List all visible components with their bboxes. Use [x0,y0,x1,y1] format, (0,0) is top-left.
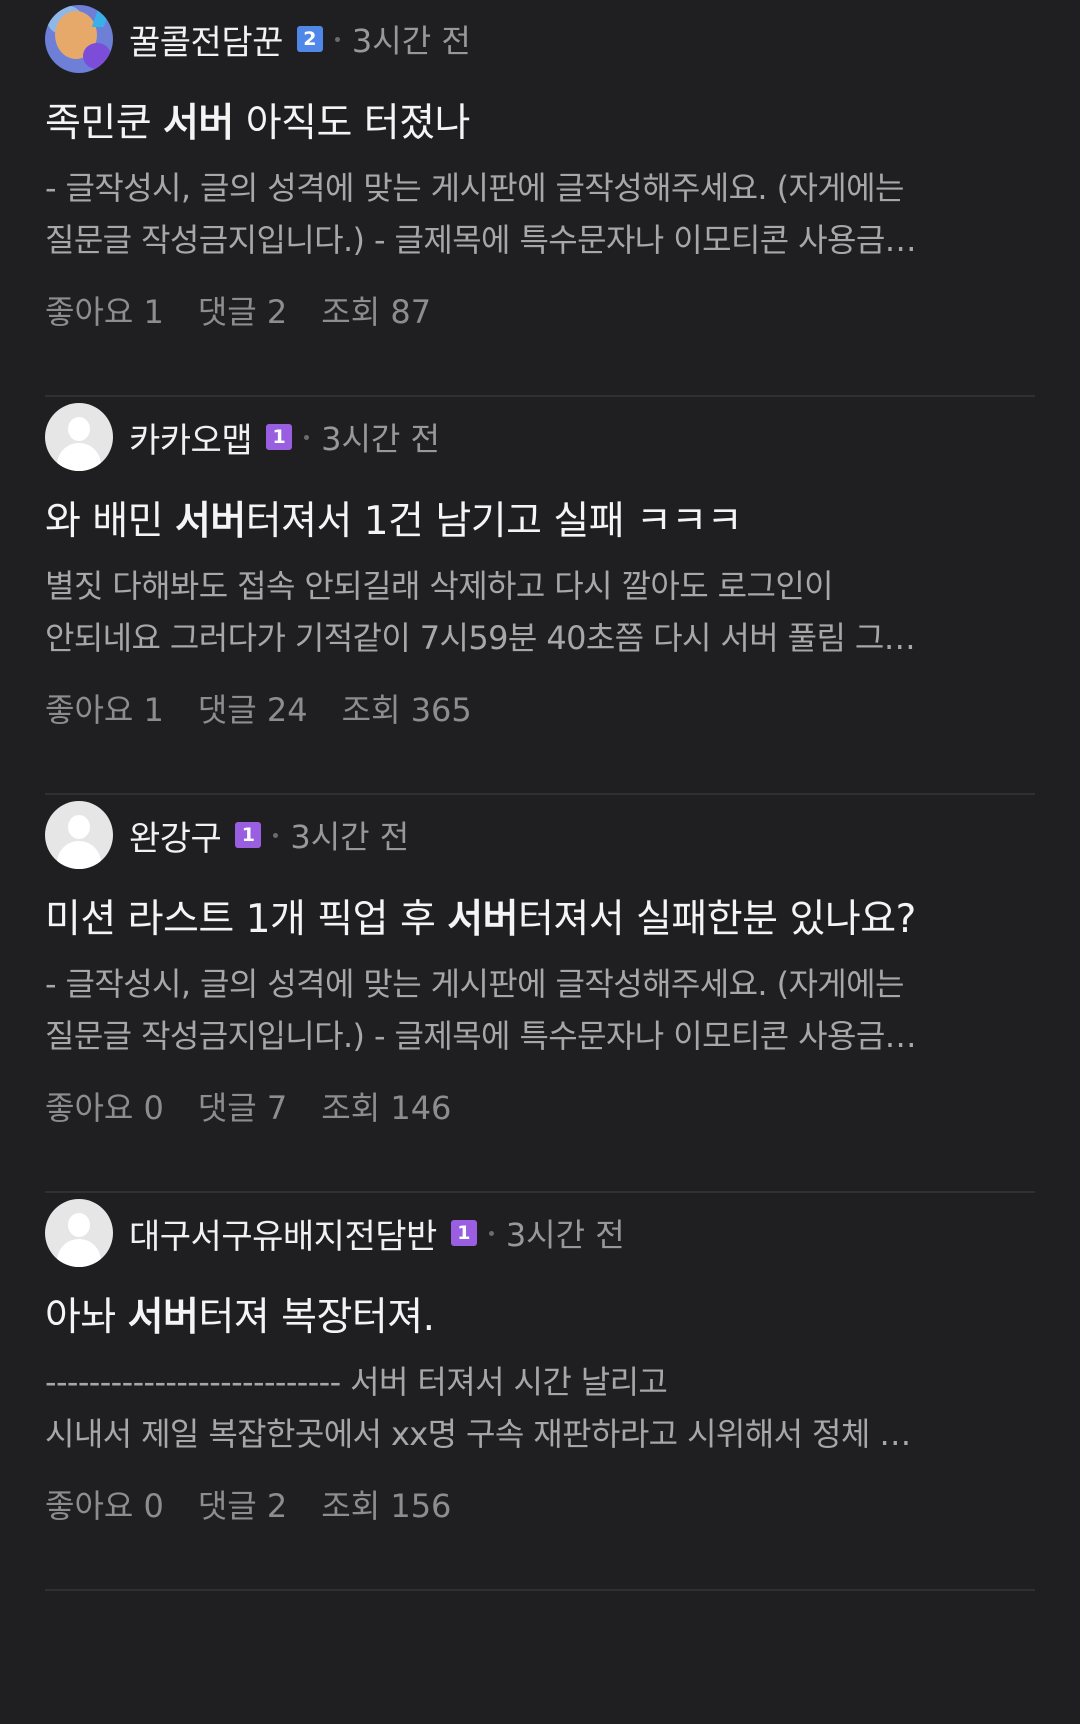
excerpt-line: - 글작성시, 글의 성격에 맞는 게시판에 글작성해주세요. (자게에는 [45,169,904,207]
separator-dot [273,832,279,838]
post-time: 3시간 전 [505,1216,625,1254]
post-header: 완강구 1 3시간 전 [45,796,1035,874]
post-stats: 좋아요 0 댓글 7 조회 146 [45,1084,485,1128]
post-stats: 좋아요 1 댓글 24 조회 365 [45,686,506,730]
level-badge: 1 [266,424,293,450]
level-badge: 1 [450,1220,477,1246]
like-count: 좋아요 1 [45,293,164,331]
post-time: 3시간 전 [321,420,440,458]
post-divider [45,1191,1035,1193]
separator-dot [304,434,310,440]
view-count: 조회 156 [321,1487,452,1525]
post-header: 대구서구유배지전담반 1 3시간 전 [45,1194,1035,1272]
post-title[interactable]: 아놔 서버터져 복장터져. [45,1286,1035,1342]
author-name[interactable]: 완강구 [129,811,222,860]
like-count: 좋아요 0 [45,1089,164,1127]
author-name[interactable]: 꿀콜전담꾼 [129,15,283,64]
like-count: 좋아요 1 [45,691,164,729]
excerpt-line: 시내서 제일 복잡한곳에서 xx명 구속 재판하라고 시위해서 정체 … [45,1415,911,1453]
post-excerpt[interactable]: - 글작성시, 글의 성격에 맞는 게시판에 글작성해주세요. (자게에는 질문… [45,162,1035,266]
post-time: 3시간 전 [351,22,471,60]
post-header: 꿀콜전담꾼 2 3시간 전 [45,0,1035,78]
author-name[interactable]: 대구서구유배지전담반 [129,1209,437,1258]
author-name[interactable]: 카카오맵 [129,413,253,462]
post-time: 3시간 전 [290,818,410,856]
post-item[interactable]: 꿀콜전담꾼 2 3시간 전 족민쿤 서버 아직도 터졌나 - 글작성시, 글의 … [45,0,1035,438]
excerpt-line: 질문글 작성금지입니다.) - 글제목에 특수문자나 이모티콘 사용금… [45,221,917,259]
excerpt-line: 질문글 작성금지입니다.) - 글제목에 특수문자나 이모티콘 사용금… [45,1017,917,1055]
comment-count: 댓글 2 [197,1487,288,1525]
view-count: 조회 87 [321,293,432,331]
excerpt-line: 별짓 다해봐도 접속 안되길래 삭제하고 다시 깔아도 로그인이 [45,567,834,605]
like-count: 좋아요 0 [45,1487,164,1525]
comment-count: 댓글 2 [197,293,288,331]
post-item[interactable]: 완강구 1 3시간 전 미션 라스트 1개 픽업 후 서버터져서 실패한분 있나… [45,796,1035,1234]
comment-count: 댓글 24 [197,691,308,729]
avatar[interactable] [45,1199,113,1267]
post-divider [45,1589,1035,1591]
post-stats: 좋아요 1 댓글 2 조회 87 [45,288,465,332]
post-title[interactable]: 미션 라스트 1개 픽업 후 서버터져서 실패한분 있나요? [45,888,1035,944]
post-divider [45,793,1035,795]
excerpt-line: 안되네요 그러다가 기적같이 7시59분 40초쯤 다시 서버 풀림 그… [45,619,916,657]
post-excerpt[interactable]: - 글작성시, 글의 성격에 맞는 게시판에 글작성해주세요. (자게에는 질문… [45,958,1035,1062]
view-count: 조회 146 [321,1089,452,1127]
post-stats: 좋아요 0 댓글 2 조회 156 [45,1482,485,1526]
post-feed: 꿀콜전담꾼 2 3시간 전 족민쿤 서버 아직도 터졌나 - 글작성시, 글의 … [0,0,1080,1724]
post-excerpt[interactable]: --------------------------- 서버 터져서 시간 날리… [45,1356,1035,1460]
level-badge: 2 [296,26,323,52]
post-item[interactable]: 카카오맵 1 3시간 전 와 배민 서버터져서 1건 남기고 실패 ㅋㅋㅋ 별짓… [45,398,1035,836]
separator-dot [488,1230,494,1236]
excerpt-line: - 글작성시, 글의 성격에 맞는 게시판에 글작성해주세요. (자게에는 [45,965,904,1003]
post-title[interactable]: 족민쿤 서버 아직도 터졌나 [45,92,1035,148]
post-title[interactable]: 와 배민 서버터져서 1건 남기고 실패 ㅋㅋㅋ [45,490,1035,546]
comment-count: 댓글 7 [197,1089,288,1127]
avatar[interactable] [45,801,113,869]
level-badge: 1 [235,822,262,848]
avatar[interactable] [45,403,113,471]
excerpt-line: --------------------------- 서버 터져서 시간 날리… [45,1363,668,1401]
avatar[interactable] [45,5,113,73]
separator-dot [334,36,340,42]
post-item[interactable]: 대구서구유배지전담반 1 3시간 전 아놔 서버터져 복장터져. -------… [45,1194,1035,1632]
post-divider [45,395,1035,397]
post-header: 카카오맵 1 3시간 전 [45,398,1035,476]
view-count: 조회 365 [341,691,472,729]
post-excerpt[interactable]: 별짓 다해봐도 접속 안되길래 삭제하고 다시 깔아도 로그인이 안되네요 그러… [45,560,1035,664]
